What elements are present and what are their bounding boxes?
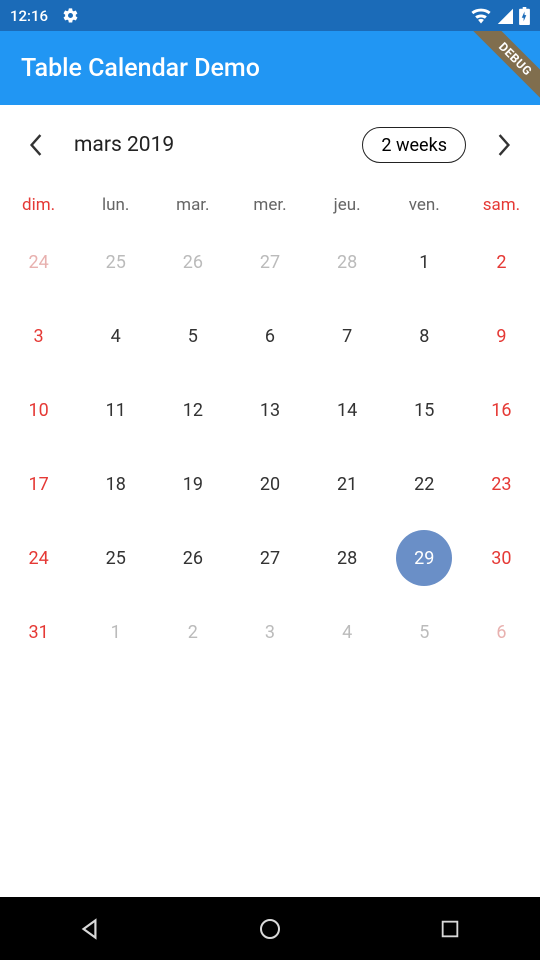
calendar-day[interactable]: 9 xyxy=(463,299,540,373)
debug-banner: DEBUG xyxy=(457,31,540,105)
calendar-day[interactable]: 22 xyxy=(386,447,463,521)
app-title: Table Calendar Demo xyxy=(21,54,260,83)
calendar-day[interactable]: 28 xyxy=(309,521,386,595)
calendar-day[interactable]: 2 xyxy=(463,225,540,299)
calendar-day[interactable]: 1 xyxy=(77,595,154,669)
calendar-row: 242526272812 xyxy=(0,225,540,299)
calendar-day[interactable]: 6 xyxy=(231,299,308,373)
nav-back-button[interactable] xyxy=(71,910,109,948)
calendar-day[interactable]: 19 xyxy=(154,447,231,521)
calendar-day[interactable]: 26 xyxy=(154,521,231,595)
calendar-day[interactable]: 4 xyxy=(77,299,154,373)
calendar-day[interactable]: 14 xyxy=(309,373,386,447)
calendar-row: 10111213141516 xyxy=(0,373,540,447)
calendar-row: 17181920212223 xyxy=(0,447,540,521)
calendar-header: mars 2019 2 weeks xyxy=(0,105,540,185)
dow-cell: sam. xyxy=(463,195,540,215)
nav-home-button[interactable] xyxy=(251,910,289,948)
nav-recent-button[interactable] xyxy=(431,910,469,948)
next-month-button[interactable] xyxy=(484,125,524,165)
calendar-day[interactable]: 1 xyxy=(386,225,463,299)
calendar-day[interactable]: 26 xyxy=(154,225,231,299)
calendar-day[interactable]: 31 xyxy=(0,595,77,669)
calendar-grid: 2425262728123456789101112131415161718192… xyxy=(0,225,540,669)
calendar-day[interactable]: 13 xyxy=(231,373,308,447)
calendar-row: 24252627282930 xyxy=(0,521,540,595)
calendar-day[interactable]: 21 xyxy=(309,447,386,521)
calendar-day[interactable]: 15 xyxy=(386,373,463,447)
app-bar: Table Calendar Demo DEBUG xyxy=(0,31,540,105)
calendar-day[interactable]: 23 xyxy=(463,447,540,521)
calendar-day[interactable]: 8 xyxy=(386,299,463,373)
calendar-day[interactable]: 3 xyxy=(0,299,77,373)
dow-cell: mer. xyxy=(231,195,308,215)
dow-cell: dim. xyxy=(0,195,77,215)
calendar-day[interactable]: 7 xyxy=(309,299,386,373)
calendar-day[interactable]: 16 xyxy=(463,373,540,447)
weeks-toggle-label: 2 weeks xyxy=(381,135,447,156)
calendar-day[interactable]: 27 xyxy=(231,521,308,595)
calendar-day[interactable]: 17 xyxy=(0,447,77,521)
calendar-day[interactable]: 25 xyxy=(77,225,154,299)
dow-cell: ven. xyxy=(386,195,463,215)
calendar-row: 31123456 xyxy=(0,595,540,669)
weeks-toggle-button[interactable]: 2 weeks xyxy=(362,127,466,163)
prev-month-button[interactable] xyxy=(16,125,56,165)
dow-row: dim. lun. mar. mer. jeu. ven. sam. xyxy=(0,185,540,225)
today-bubble: 29 xyxy=(396,530,452,586)
month-label: mars 2019 xyxy=(74,133,174,157)
calendar-day[interactable]: 29 xyxy=(386,521,463,595)
calendar-day[interactable]: 4 xyxy=(309,595,386,669)
calendar-row: 3456789 xyxy=(0,299,540,373)
gear-icon xyxy=(62,7,79,24)
calendar-day[interactable]: 5 xyxy=(386,595,463,669)
calendar-day[interactable]: 3 xyxy=(231,595,308,669)
calendar-day[interactable]: 12 xyxy=(154,373,231,447)
calendar-day[interactable]: 24 xyxy=(0,225,77,299)
calendar-day[interactable]: 2 xyxy=(154,595,231,669)
calendar-day[interactable]: 11 xyxy=(77,373,154,447)
calendar-day[interactable]: 25 xyxy=(77,521,154,595)
calendar-day[interactable]: 18 xyxy=(77,447,154,521)
calendar-day[interactable]: 24 xyxy=(0,521,77,595)
calendar-day[interactable]: 5 xyxy=(154,299,231,373)
system-nav-bar xyxy=(0,897,540,960)
calendar-day[interactable]: 28 xyxy=(309,225,386,299)
dow-cell: lun. xyxy=(77,195,154,215)
status-time: 12:16 xyxy=(10,7,48,25)
calendar-day[interactable]: 27 xyxy=(231,225,308,299)
status-bar: 12:16 xyxy=(0,0,540,31)
battery-icon xyxy=(519,7,530,25)
wifi-icon xyxy=(471,8,491,24)
dow-cell: mar. xyxy=(154,195,231,215)
calendar-day[interactable]: 20 xyxy=(231,447,308,521)
calendar-day[interactable]: 10 xyxy=(0,373,77,447)
calendar-day[interactable]: 6 xyxy=(463,595,540,669)
calendar-day[interactable]: 30 xyxy=(463,521,540,595)
dow-cell: jeu. xyxy=(309,195,386,215)
signal-icon xyxy=(497,8,513,24)
